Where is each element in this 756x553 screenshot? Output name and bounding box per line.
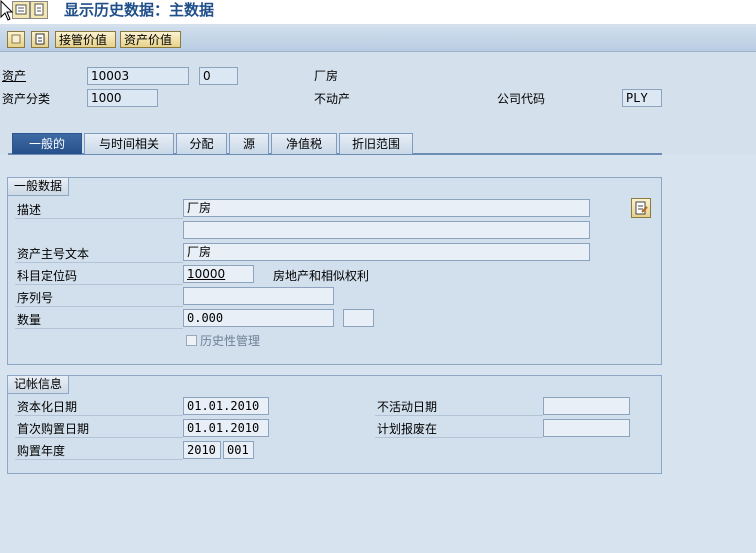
description-field-2[interactable] bbox=[183, 221, 590, 239]
tab-origin[interactable]: 源 bbox=[229, 133, 269, 154]
row-divider bbox=[375, 437, 543, 438]
row-divider bbox=[15, 328, 183, 329]
asset-class-label: 资产分类 bbox=[2, 92, 51, 106]
planned-retirement-field[interactable] bbox=[543, 419, 630, 437]
row-divider bbox=[15, 437, 183, 438]
folder-icon bbox=[11, 34, 21, 44]
asset-label: 资产 bbox=[2, 69, 27, 83]
account-determination-field[interactable]: 10000 bbox=[183, 265, 254, 283]
row-divider bbox=[15, 459, 183, 460]
description-field[interactable]: 厂房 bbox=[183, 199, 590, 217]
other-object-button[interactable] bbox=[7, 31, 25, 48]
capitalization-date-label: 资本化日期 bbox=[17, 400, 78, 414]
history-management-label: 历史性管理 bbox=[200, 334, 261, 348]
document-icon[interactable] bbox=[30, 1, 48, 19]
mouse-cursor-icon bbox=[0, 0, 14, 25]
deactivation-date-label: 不活动日期 bbox=[377, 400, 438, 414]
serial-number-label: 序列号 bbox=[17, 291, 54, 305]
quantity-unit-field[interactable] bbox=[343, 309, 374, 327]
tab-depreciation-areas[interactable]: 折旧范围 bbox=[339, 133, 413, 154]
asset-number-field[interactable]: 10003 bbox=[87, 67, 189, 85]
account-determination-description: 房地产和相似权利 bbox=[273, 269, 370, 283]
asset-subnumber-field[interactable]: 0 bbox=[199, 67, 238, 85]
asset-class-description: 不动产 bbox=[314, 92, 351, 106]
company-code-field[interactable]: PLY bbox=[622, 89, 662, 107]
general-data-title: 一般数据 bbox=[8, 178, 70, 196]
serial-number-field[interactable] bbox=[183, 287, 334, 305]
acquisition-year-label: 购置年度 bbox=[17, 444, 66, 458]
row-divider bbox=[15, 218, 183, 219]
tab-allocations[interactable]: 分配 bbox=[176, 133, 227, 154]
deactivation-date-field[interactable] bbox=[543, 397, 630, 415]
capitalization-date-field[interactable]: 01.01.2010 bbox=[183, 397, 269, 415]
asset-values-button[interactable]: 资产价值 bbox=[120, 31, 181, 48]
row-divider bbox=[15, 284, 183, 285]
document-icon bbox=[35, 33, 45, 45]
posting-info-title: 记帐信息 bbox=[8, 376, 70, 394]
company-code-label: 公司代码 bbox=[497, 92, 546, 106]
edit-text-icon bbox=[635, 201, 648, 215]
acquisition-year-field[interactable]: 2010 bbox=[183, 441, 221, 459]
row-divider bbox=[15, 306, 183, 307]
tab-general[interactable]: 一般的 bbox=[12, 133, 82, 154]
first-acquisition-field[interactable]: 01.01.2010 bbox=[183, 419, 269, 437]
first-acquisition-label: 首次购置日期 bbox=[17, 422, 90, 436]
quantity-label: 数量 bbox=[17, 313, 42, 327]
tab-time-dependent[interactable]: 与时间相关 bbox=[84, 133, 174, 154]
main-text-field[interactable]: 厂房 bbox=[183, 243, 590, 261]
quantity-field[interactable]: 0.000 bbox=[183, 309, 334, 327]
planned-retirement-label: 计划报废在 bbox=[377, 422, 438, 436]
page-title: 显示历史数据：主数据 bbox=[64, 1, 215, 19]
row-divider bbox=[15, 262, 183, 263]
display-document-button[interactable] bbox=[31, 31, 49, 48]
asset-class-field[interactable]: 1000 bbox=[87, 89, 158, 107]
row-divider bbox=[375, 415, 543, 416]
description-label: 描述 bbox=[17, 203, 42, 217]
tab-net-worth-tax[interactable]: 净值税 bbox=[271, 133, 337, 154]
account-determination-label: 科目定位码 bbox=[17, 269, 78, 283]
row-divider bbox=[15, 415, 183, 416]
acquisition-period-field[interactable]: 001 bbox=[223, 441, 254, 459]
asset-description: 厂房 bbox=[314, 69, 339, 83]
main-text-label: 资产主号文本 bbox=[17, 247, 90, 261]
long-text-button[interactable] bbox=[631, 198, 651, 218]
display-change-icon[interactable] bbox=[12, 1, 30, 19]
takeover-values-button[interactable]: 接管价值 bbox=[55, 31, 116, 48]
history-management-checkbox[interactable] bbox=[186, 335, 197, 346]
